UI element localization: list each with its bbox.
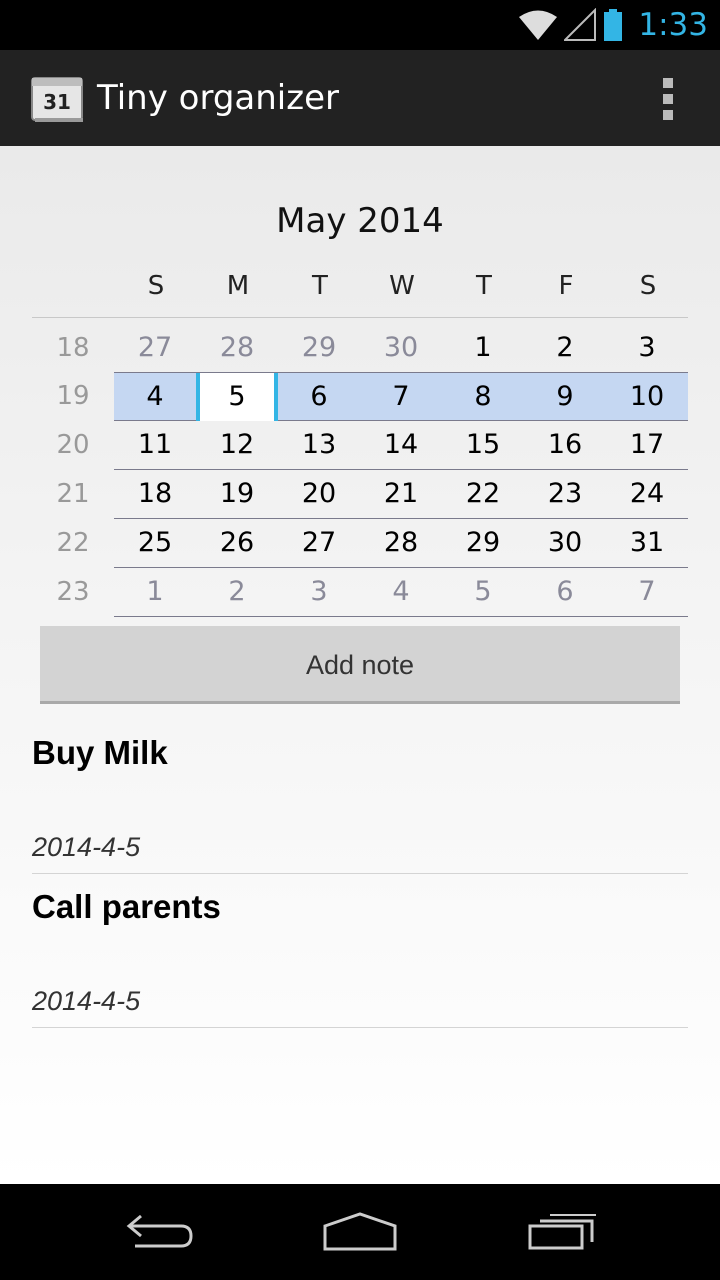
wifi-icon <box>519 10 558 40</box>
calendar-day[interactable]: 2 <box>196 568 278 616</box>
week-days: 27 28 29 30 1 2 3 <box>114 324 688 373</box>
week-number: 18 <box>56 333 90 363</box>
calendar-day[interactable]: 22 <box>442 470 524 518</box>
week-days: 1 2 3 4 5 6 7 <box>114 568 688 617</box>
calendar-day[interactable]: 28 <box>360 519 442 567</box>
calendar-day[interactable]: 20 <box>278 470 360 518</box>
calendar-header-divider <box>32 317 688 318</box>
calendar-day[interactable]: 1 <box>442 324 524 372</box>
note-item[interactable]: Call parents 2014-4-5 <box>32 888 688 1028</box>
note-date: 2014-4-5 <box>32 832 141 862</box>
main-content: May 2014 S M T W T F S 18 27 28 29 30 1 … <box>0 146 720 1184</box>
calendar-day[interactable]: 24 <box>606 470 688 518</box>
calendar-day[interactable]: 15 <box>442 421 524 469</box>
weekday-label: T <box>476 271 492 301</box>
add-note-button[interactable]: Add note <box>40 626 680 704</box>
calendar-week-row: 18 27 28 29 30 1 2 3 <box>32 324 688 373</box>
calendar-week-row: 22 25 26 27 28 29 30 31 <box>32 519 688 568</box>
calendar-day-today[interactable]: 5 <box>196 373 278 421</box>
week-number: 19 <box>56 381 90 411</box>
calendar-day[interactable]: 9 <box>524 373 606 421</box>
calendar-day[interactable]: 23 <box>524 470 606 518</box>
home-icon <box>323 1212 397 1251</box>
calendar-day[interactable]: 6 <box>524 568 606 616</box>
home-button[interactable] <box>300 1202 420 1262</box>
calendar-day[interactable]: 31 <box>606 519 688 567</box>
calendar-day[interactable]: 29 <box>442 519 524 567</box>
calendar-day[interactable]: 1 <box>114 568 196 616</box>
calendar-day[interactable]: 2 <box>524 324 606 372</box>
calendar-day[interactable]: 19 <box>196 470 278 518</box>
calendar-day[interactable]: 25 <box>114 519 196 567</box>
week-number: 22 <box>56 528 90 558</box>
calendar-day[interactable]: 28 <box>196 324 278 372</box>
calendar-day[interactable]: 4 <box>360 568 442 616</box>
weekday-label: S <box>147 271 165 301</box>
calendar-day[interactable]: 11 <box>114 421 196 469</box>
back-button[interactable] <box>100 1202 220 1262</box>
week-days: 4 5 6 7 8 9 10 <box>114 372 688 421</box>
week-days: 18 19 20 21 22 23 24 <box>114 470 688 519</box>
calendar-day[interactable]: 10 <box>606 373 688 421</box>
status-bar: 1:33 <box>0 0 720 50</box>
status-time: 1:33 <box>638 7 708 43</box>
calendar-day[interactable]: 6 <box>278 373 360 421</box>
note-title: Call parents <box>32 888 221 925</box>
calendar-day[interactable]: 21 <box>360 470 442 518</box>
weekday-label: S <box>639 271 657 301</box>
back-icon <box>126 1214 193 1248</box>
calendar-app-icon: 31 <box>31 77 83 122</box>
week-days: 11 12 13 14 15 16 17 <box>114 421 688 470</box>
calendar-day[interactable]: 12 <box>196 421 278 469</box>
calendar-day[interactable]: 27 <box>278 519 360 567</box>
calendar-day[interactable]: 13 <box>278 421 360 469</box>
overflow-menu-icon[interactable] <box>654 78 682 120</box>
calendar-day[interactable]: 29 <box>278 324 360 372</box>
calendar-day[interactable]: 30 <box>524 519 606 567</box>
calendar-day[interactable]: 27 <box>114 324 196 372</box>
signal-icon <box>564 8 597 41</box>
recent-apps-icon <box>528 1214 596 1250</box>
calendar-week-row: 20 11 12 13 14 15 16 17 <box>32 421 688 470</box>
week-number: 20 <box>56 430 90 460</box>
calendar-day[interactable]: 26 <box>196 519 278 567</box>
calendar-week-row-selected: 19 4 5 6 7 8 9 10 <box>32 372 688 421</box>
calendar-day[interactable]: 3 <box>278 568 360 616</box>
calendar-day[interactable]: 8 <box>442 373 524 421</box>
weekday-label: M <box>226 271 250 301</box>
calendar-day[interactable]: 17 <box>606 421 688 469</box>
battery-icon <box>604 9 623 41</box>
weekday-header: S M T W T F S <box>115 271 689 301</box>
calendar-day[interactable]: 4 <box>114 373 196 421</box>
weekday-label: T <box>312 271 328 301</box>
calendar-week-row: 23 1 2 3 4 5 6 7 <box>32 568 688 617</box>
recent-apps-button[interactable] <box>502 1202 622 1262</box>
app-title: Tiny organizer <box>97 78 339 118</box>
navigation-bar <box>0 1184 720 1280</box>
status-icons: 1:33 <box>518 0 708 50</box>
calendar-day[interactable]: 14 <box>360 421 442 469</box>
calendar-day[interactable]: 18 <box>114 470 196 518</box>
week-number: 21 <box>56 479 90 509</box>
calendar-day[interactable]: 30 <box>360 324 442 372</box>
calendar-day[interactable]: 16 <box>524 421 606 469</box>
calendar-day[interactable]: 7 <box>360 373 442 421</box>
month-title: May 2014 <box>276 201 444 241</box>
week-days: 25 26 27 28 29 30 31 <box>114 519 688 568</box>
week-number: 23 <box>56 577 90 607</box>
action-bar: 31 Tiny organizer <box>0 50 720 146</box>
note-date: 2014-4-5 <box>32 986 141 1016</box>
calendar-day[interactable]: 5 <box>442 568 524 616</box>
note-item[interactable]: Buy Milk 2014-4-5 <box>32 734 688 874</box>
calendar-day[interactable]: 3 <box>606 324 688 372</box>
calendar-week-row: 21 18 19 20 21 22 23 24 <box>32 470 688 519</box>
note-title: Buy Milk <box>32 734 168 771</box>
weekday-label: F <box>558 271 574 301</box>
weekday-label: W <box>389 271 415 301</box>
app-icon-day: 31 <box>43 90 71 114</box>
calendar-day[interactable]: 7 <box>606 568 688 616</box>
